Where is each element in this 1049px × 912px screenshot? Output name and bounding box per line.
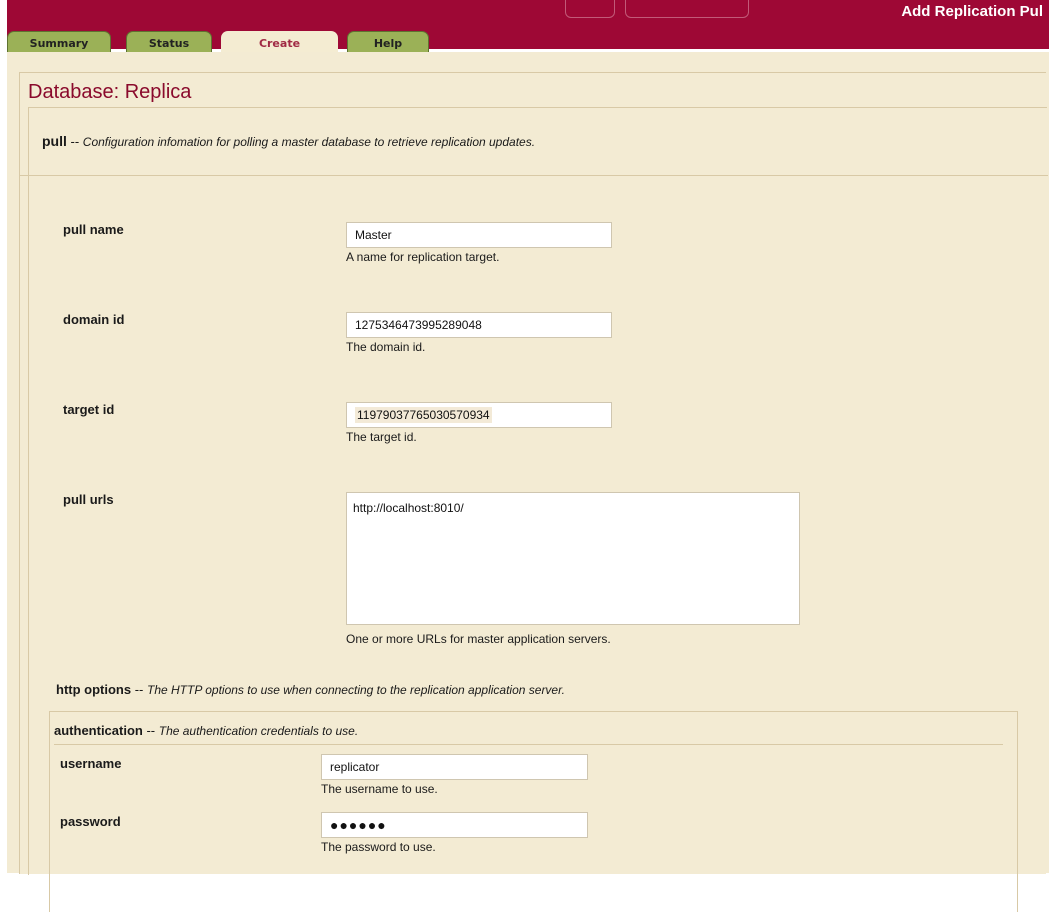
pull-urls-help: One or more URLs for master application … — [346, 632, 611, 646]
http-options-name: http options — [56, 682, 132, 697]
target-id-value: 11979037765030570934 — [355, 407, 492, 423]
domain-id-label: domain id — [63, 312, 125, 327]
target-id-input[interactable]: 11979037765030570934 — [346, 402, 612, 428]
authentication-name: authentication — [54, 723, 143, 738]
username-input[interactable]: replicator — [321, 754, 588, 780]
http-options-heading: http options -- The HTTP options to use … — [56, 682, 565, 697]
tab-help[interactable]: Help — [347, 31, 429, 54]
password-help: The password to use. — [321, 840, 436, 854]
pull-urls-label: pull urls — [63, 492, 114, 507]
header-button-left[interactable] — [565, 0, 615, 18]
pull-section-name: pull — [42, 133, 67, 149]
password-label: password — [60, 814, 121, 829]
username-label: username — [60, 756, 122, 771]
header-button-right[interactable] — [625, 0, 749, 18]
page-title: Add Replication Pul — [901, 3, 1043, 20]
username-help: The username to use. — [321, 782, 438, 796]
tab-status[interactable]: Status — [126, 31, 212, 54]
target-id-label: target id — [63, 402, 115, 417]
pull-section-sep: -- — [66, 134, 83, 149]
authentication-description: The authentication credentials to use. — [158, 724, 359, 738]
http-options-sep: -- — [131, 682, 147, 697]
target-id-help: The target id. — [346, 430, 417, 444]
tab-summary[interactable]: Summary — [7, 31, 111, 54]
authentication-section: authentication -- The authentication cre… — [49, 711, 1018, 912]
database-panel: Database: Replica pull -- Configuration … — [19, 72, 1048, 912]
content-area: Database: Replica pull -- Configuration … — [7, 52, 1049, 912]
pull-urls-textarea[interactable]: http://localhost:8010/ — [346, 492, 800, 625]
pull-section-heading: pull -- Configuration infomation for pol… — [42, 133, 535, 149]
pull-section-description: Configuration infomation for polling a m… — [82, 135, 536, 149]
pull-name-label: pull name — [63, 222, 124, 237]
authentication-sep: -- — [142, 723, 159, 738]
database-title: Database: Replica — [28, 81, 192, 103]
domain-id-input[interactable]: 1275346473995289048 — [346, 312, 612, 338]
domain-id-help: The domain id. — [346, 340, 426, 354]
pull-section: pull -- Configuration infomation for pol… — [20, 107, 1048, 912]
section-divider — [20, 175, 1048, 176]
password-input[interactable]: ●●●●●● — [321, 812, 588, 838]
http-options-description: The HTTP options to use when connecting … — [146, 683, 565, 697]
pull-name-input[interactable]: Master — [346, 222, 612, 248]
authentication-divider — [54, 744, 1003, 745]
http-options-section: http options -- The HTTP options to use … — [49, 662, 1049, 912]
authentication-heading: authentication -- The authentication cre… — [54, 723, 358, 738]
pull-name-help: A name for replication target. — [346, 250, 500, 264]
